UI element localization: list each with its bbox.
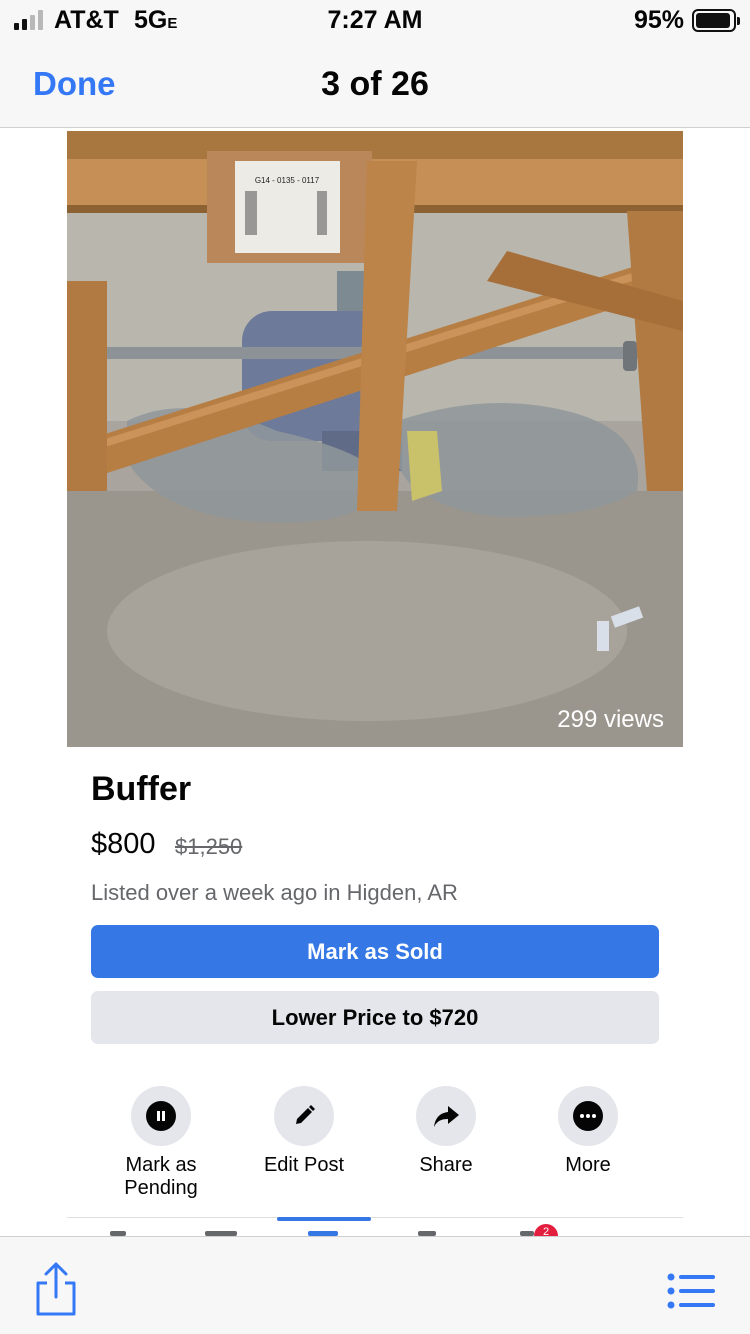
view-count: 299 views: [557, 706, 664, 733]
battery-percentage: 95%: [634, 6, 685, 34]
edit-post-action[interactable]: Edit Post: [234, 1086, 374, 1177]
listing-meta: Listed over a week ago in Higden, AR: [91, 880, 458, 905]
battery-icon: [692, 9, 740, 32]
bottom-toolbar: [0, 1236, 750, 1334]
crate-label-text: G14 - 0135 - 0117: [255, 176, 320, 185]
more-action[interactable]: More: [518, 1086, 658, 1177]
pause-icon: [131, 1086, 191, 1146]
status-bar: AT&T 5GE 7:27 AM 95%: [0, 0, 750, 40]
pencil-icon: [274, 1086, 334, 1146]
navigation-bar: Done 3 of 26: [0, 40, 750, 128]
edit-post-label: Edit Post: [263, 1154, 345, 1176]
mark-as-pending-action[interactable]: Mark as Pending: [91, 1086, 231, 1200]
mark-as-sold-button[interactable]: Mark as Sold: [91, 925, 659, 978]
active-tab-indicator: [277, 1217, 371, 1221]
page-counter-title: 3 of 26: [321, 65, 429, 103]
list-icon[interactable]: [666, 1273, 716, 1309]
tab-bar-divider: [67, 1217, 683, 1218]
listing-price: $800: [91, 828, 156, 860]
notification-badge: 2: [534, 1224, 558, 1236]
share-arrow-icon: [416, 1086, 476, 1146]
listing-title: Buffer: [91, 770, 192, 808]
photo-illustration: G14 - 0135 - 0117: [67, 131, 683, 747]
share-label: Share: [419, 1154, 473, 1176]
listing-photo[interactable]: G14 - 0135 - 0117 299 views: [67, 131, 683, 747]
listing-original-price: $1,250: [175, 834, 243, 859]
share-icon[interactable]: [30, 1261, 82, 1317]
lower-price-button[interactable]: Lower Price to $720: [91, 991, 659, 1044]
mark-as-pending-label: Mark as Pending: [124, 1154, 198, 1199]
more-label: More: [565, 1154, 611, 1176]
share-action[interactable]: Share: [376, 1086, 516, 1177]
more-dots-icon: [558, 1086, 618, 1146]
